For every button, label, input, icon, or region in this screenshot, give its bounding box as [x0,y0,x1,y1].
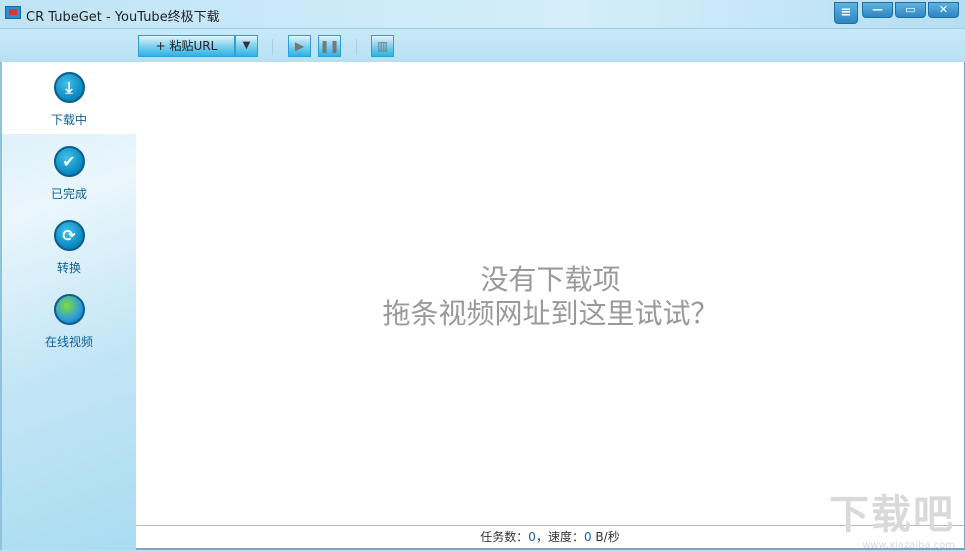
globe-icon [53,294,85,325]
separator [272,39,273,55]
menu-button[interactable]: ≡ [834,2,858,24]
status-bar: 任务数：0，速度：0 B/秒 [136,525,965,550]
download-list[interactable]: 没有下载项 拖条视频网址到这里试试？ [136,62,965,525]
play-icon: ▶ [294,39,305,53]
sidebar: ⤓ 下载中 ✔ 已完成 ⟳ 转换 在线视频 [0,62,136,550]
title-bar: CR TubeGet - YouTube终极下载 ≡ — ▭ ✕ [0,0,965,28]
sidebar-item-label: 在线视频 [44,335,93,349]
paste-url-button[interactable]: + 粘贴URL [138,35,235,57]
menu-icon: ≡ [840,5,852,20]
toolbar: + 粘贴URL ▼ ▶ ❚❚ ▥ [0,28,965,62]
chevron-down-icon: ▼ [242,40,251,51]
maximize-button[interactable]: ▭ [895,2,926,18]
sidebar-item-completed[interactable]: ✔ 已完成 [2,136,136,208]
window-title: CR TubeGet - YouTube终极下载 [26,10,220,25]
speed-unit: B/秒 [591,530,620,544]
paste-dropdown-button[interactable]: ▼ [235,35,258,57]
download-icon: ⤓ [53,72,85,103]
speed-value: 0 [583,530,592,544]
sidebar-item-label: 已完成 [50,187,87,201]
delete-button[interactable]: ▥ [371,35,394,57]
start-button[interactable]: ▶ [288,35,311,57]
app-icon [5,6,21,19]
sidebar-item-convert[interactable]: ⟳ 转换 [2,210,136,282]
empty-hint: 拖条视频网址到这里试试？ [382,297,719,330]
speed-label: 速度： [547,530,584,544]
tasks-label: 任务数： [480,530,529,544]
pause-button[interactable]: ❚❚ [318,35,341,57]
sidebar-item-label: 转换 [56,261,81,275]
sidebar-item-online-video[interactable]: 在线视频 [2,284,136,356]
sidebar-item-downloading[interactable]: ⤓ 下载中 [2,62,136,134]
pause-icon: ❚❚ [319,39,340,53]
sidebar-item-label: 下载中 [50,113,87,127]
status-separator: ， [535,530,548,544]
maximize-icon: ▭ [905,3,916,16]
minimize-button[interactable]: — [862,2,893,18]
minimize-icon: — [872,3,883,16]
separator [356,39,357,55]
check-icon: ✔ [53,146,85,177]
trash-icon: ▥ [376,39,389,53]
tasks-count: 0 [528,530,536,544]
close-button[interactable]: ✕ [928,2,959,18]
convert-icon: ⟳ [53,220,85,251]
close-icon: ✕ [938,3,949,16]
